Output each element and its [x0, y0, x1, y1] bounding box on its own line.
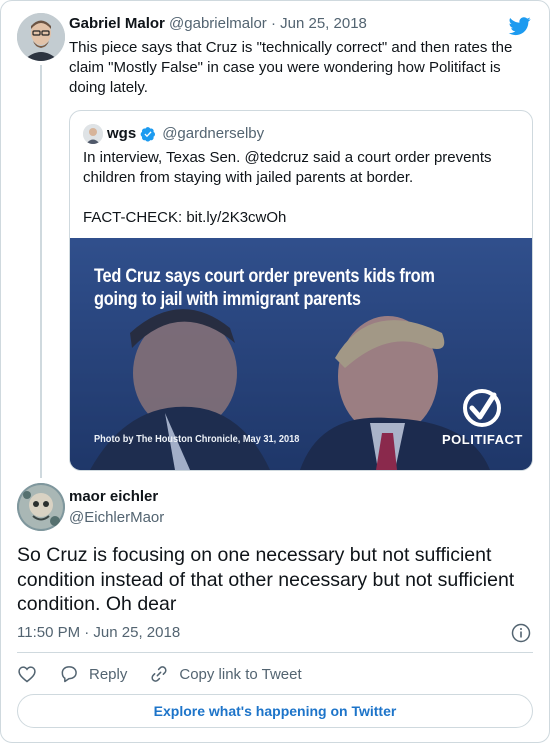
explore-twitter-button[interactable]: Explore what's happening on Twitter [17, 694, 533, 728]
headline-line-2: going to jail with immigrant parents [94, 289, 361, 310]
fact-check-link[interactable]: FACT-CHECK: bit.ly/2K3cwOh [83, 208, 523, 228]
politifact-checkmark-logo-icon [463, 389, 501, 427]
reply-author-handle[interactable]: @EichlerMaor [69, 509, 164, 526]
image-headline: Ted Cruz says court order prevents kids … [94, 265, 438, 311]
quoted-author-name: wgs [107, 125, 137, 142]
thread-connector-line [40, 65, 42, 478]
quoted-tweet-image[interactable]: Ted Cruz says court order prevents kids … [70, 238, 532, 470]
link-icon [151, 666, 167, 682]
reply-button[interactable]: Reply [59, 664, 127, 684]
author-name[interactable]: Gabriel Malor [69, 15, 165, 32]
quoted-tweet-body: In interview, Texas Sen. @tedcruz said a… [83, 149, 496, 186]
like-button[interactable] [17, 664, 37, 684]
reply-author-name[interactable]: maor eichler [69, 488, 158, 505]
parent-tweet-text: This piece says that Cruz is "technicall… [69, 39, 513, 96]
parent-tweet-header: Gabriel Malor @gabrielmalor · Jun 25, 20… [69, 15, 367, 32]
photo-credit: Photo by The Houston Chronicle, May 31, … [94, 433, 300, 445]
copy-link-label: Copy link to Tweet [179, 665, 302, 683]
twitter-bird-icon[interactable] [508, 15, 532, 37]
separator-dot: · [270, 15, 281, 32]
reply-label: Reply [89, 665, 128, 683]
info-icon[interactable] [511, 623, 531, 643]
avatar-gabriel-malor[interactable] [17, 13, 65, 61]
divider [17, 652, 533, 653]
tweet-date[interactable]: Jun 25, 2018 [280, 15, 367, 32]
avatar-wgs [83, 124, 103, 144]
verified-badge-icon [140, 126, 156, 142]
reply-bubble-icon [61, 666, 77, 683]
quoted-tweet-header: wgs @gardnerselby [107, 125, 264, 142]
reply-timestamp[interactable]: 11:50 PM · Jun 25, 2018 [17, 624, 180, 641]
avatar-maor-eichler[interactable] [17, 483, 65, 531]
politifact-brand-text: POLITIFACT [442, 432, 523, 447]
copy-link-button[interactable]: Copy link to Tweet [149, 664, 302, 684]
action-bar: Reply Copy link to Tweet [17, 662, 324, 686]
quoted-author-handle: @gardnerselby [162, 125, 265, 142]
reply-tweet-text: So Cruz is focusing on one necessary but… [17, 544, 515, 615]
quoted-tweet-card[interactable]: wgs @gardnerselby In interview, Texas Se… [69, 110, 533, 471]
headline-line-1: Ted Cruz says court order prevents kids … [94, 266, 435, 287]
heart-icon [18, 666, 36, 683]
quoted-tweet-text: In interview, Texas Sen. @tedcruz said a… [83, 148, 523, 228]
author-handle[interactable]: @gabrielmalor [169, 15, 267, 32]
